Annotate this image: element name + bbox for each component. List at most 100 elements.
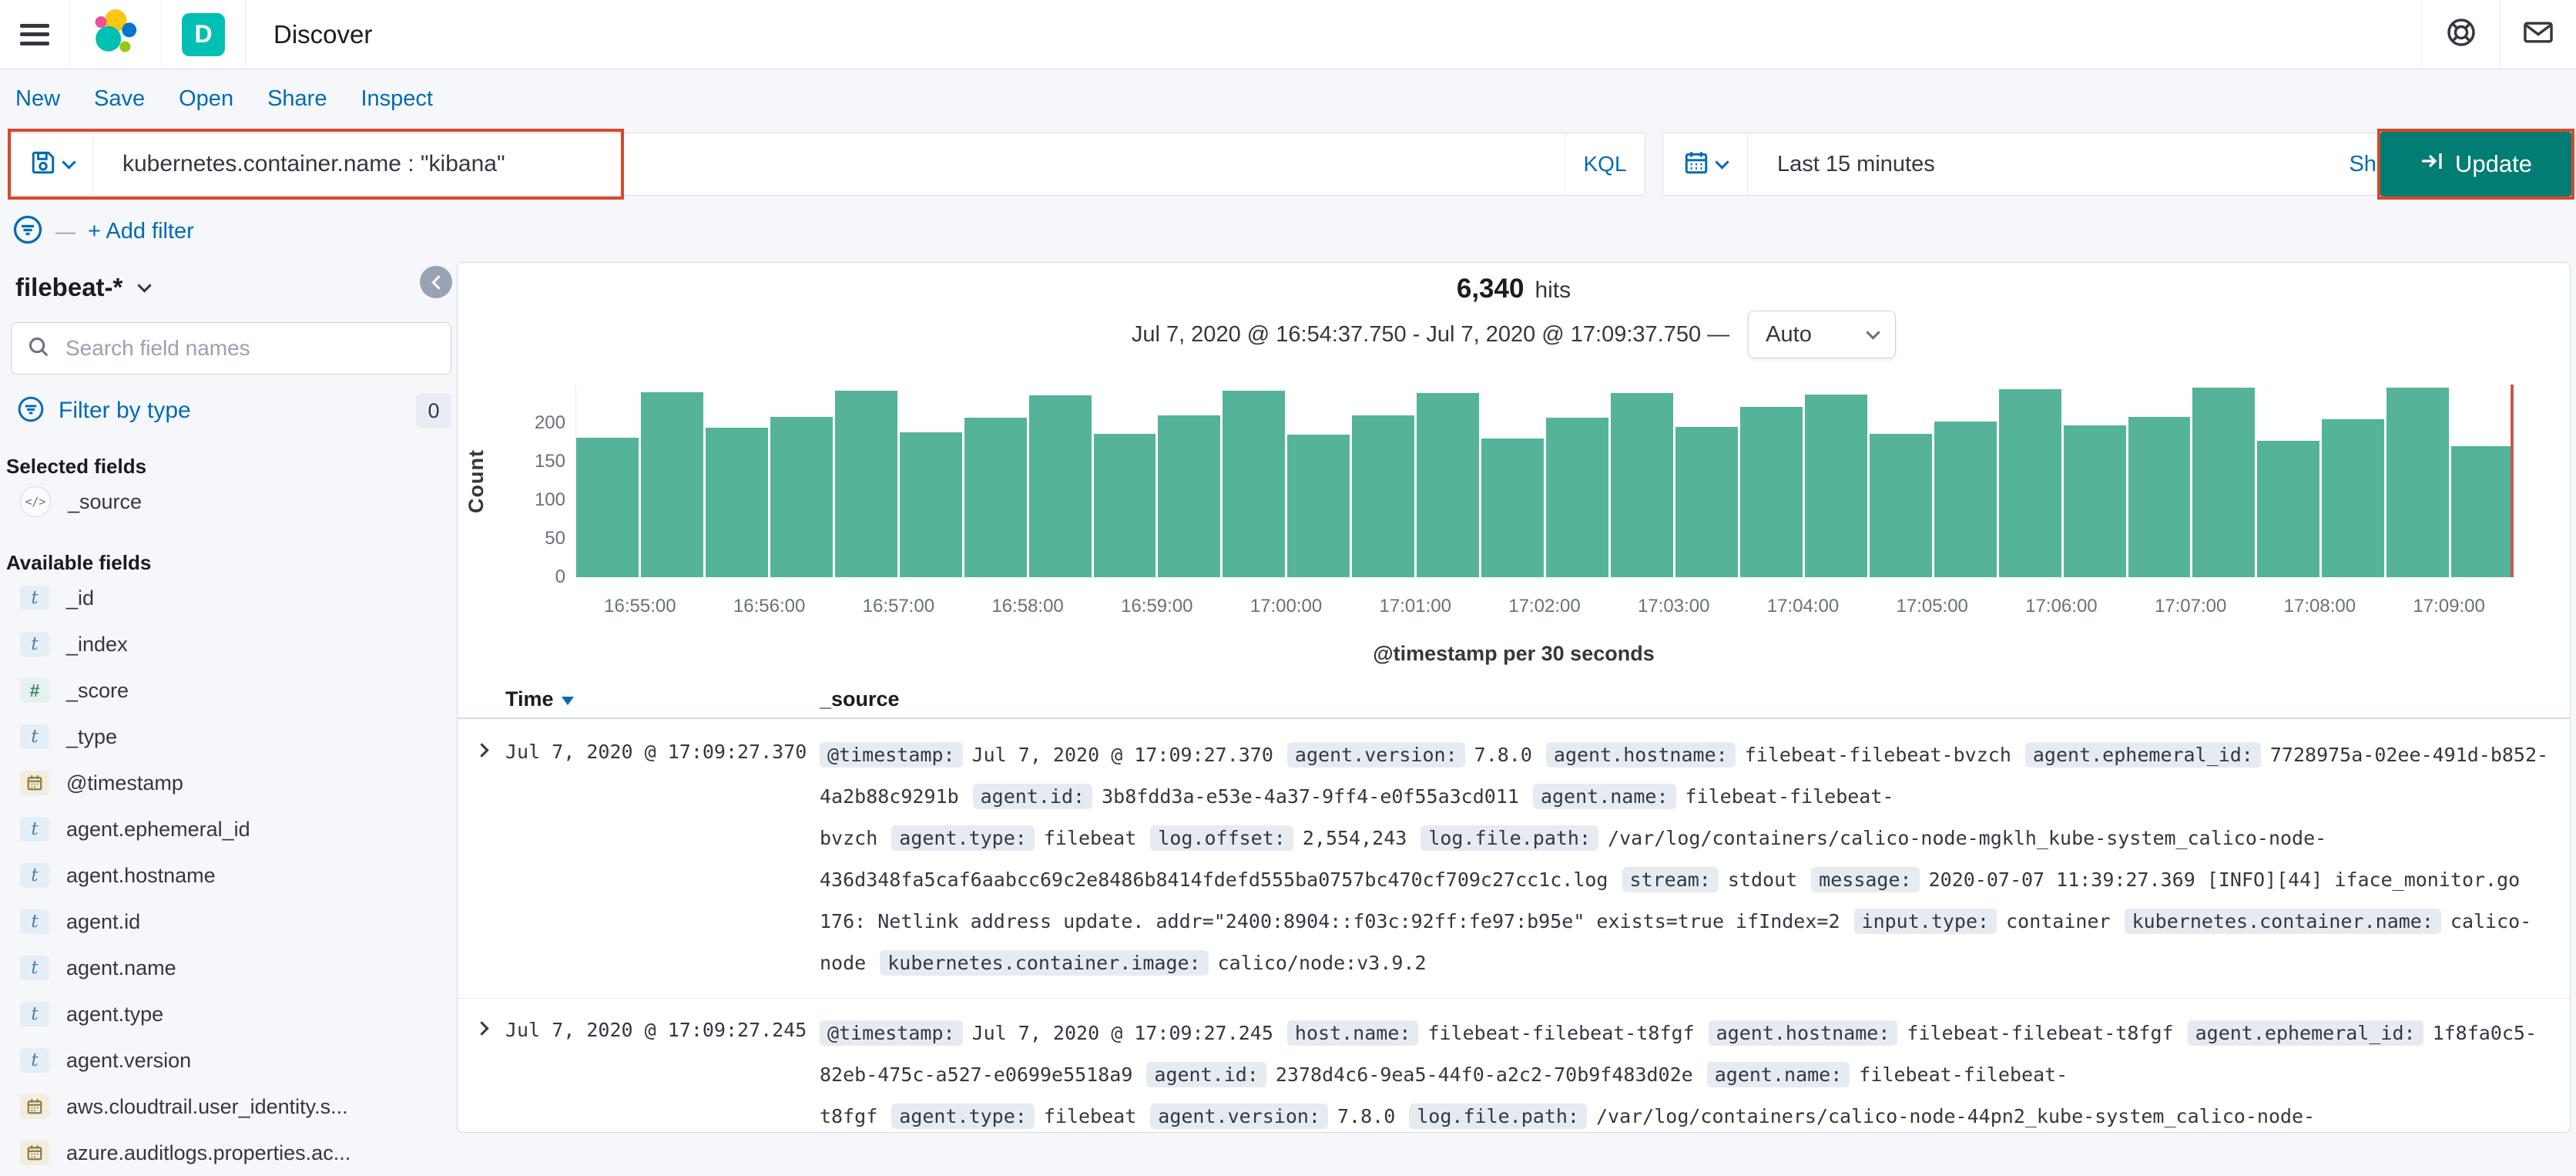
field-key-badge: agent.id: — [972, 784, 1093, 809]
histogram-bar[interactable] — [2128, 417, 2191, 577]
field-item[interactable]: t agent.version — [0, 1037, 462, 1084]
histogram-bar[interactable] — [2192, 388, 2256, 577]
histogram-bar[interactable] — [705, 428, 768, 577]
histogram-bar[interactable] — [2451, 446, 2514, 577]
histogram-bar[interactable] — [640, 392, 703, 577]
date-field-type-icon — [20, 1141, 49, 1165]
histogram-bar[interactable] — [1223, 391, 1286, 577]
histogram-bar[interactable] — [1417, 393, 1480, 577]
date-quick-select-button[interactable] — [1663, 133, 1748, 195]
nav-inspect-link[interactable]: Inspect — [361, 86, 433, 112]
x-axis-tick-label: 17:05:00 — [1896, 596, 1968, 617]
field-item[interactable]: t agent.id — [0, 899, 462, 945]
field-value: 2,554,243 — [1302, 827, 1407, 849]
interval-select[interactable]: Auto — [1748, 311, 1897, 358]
logo-section[interactable] — [70, 0, 162, 69]
saved-query-menu-button[interactable] — [12, 133, 93, 195]
field-key-badge: agent.name: — [1706, 1062, 1850, 1087]
app-section[interactable]: D — [162, 0, 246, 69]
histogram-bar[interactable] — [770, 417, 833, 577]
histogram-chart[interactable] — [575, 385, 2514, 577]
histogram-bar[interactable] — [2257, 441, 2320, 577]
hamburger-menu-icon[interactable] — [20, 23, 49, 45]
histogram-bar[interactable] — [2322, 419, 2385, 577]
field-key-badge: agent.ephemeral_id: — [2024, 742, 2261, 768]
help-button[interactable] — [2422, 0, 2499, 69]
filter-by-type-button[interactable]: Filter by type 0 — [17, 393, 451, 428]
histogram-bar[interactable] — [1804, 395, 1867, 577]
histogram-bar[interactable] — [1998, 389, 2061, 577]
search-field-names-input[interactable] — [64, 335, 435, 361]
string-field-type-icon: t — [20, 586, 49, 610]
histogram-bar[interactable] — [1093, 434, 1156, 577]
field-item[interactable]: t _id — [0, 575, 462, 621]
top-navigation-bar: D Discover — [0, 0, 2576, 69]
field-item-source[interactable]: </> _source — [0, 479, 462, 525]
histogram-bar[interactable] — [834, 391, 897, 577]
x-axis: 16:55:00 16:56:00 16:57:00 16:58:00 16:59:00… — [575, 596, 2514, 619]
time-range-value[interactable]: Last 15 minutes — [1748, 152, 1935, 177]
x-axis-tick-label: 17:03:00 — [1638, 596, 1710, 617]
field-item[interactable]: @timestamp — [0, 760, 462, 806]
histogram-bar[interactable] — [576, 438, 639, 577]
y-axis-tick-label: 200 — [534, 412, 565, 433]
x-axis-tick-label: 17:04:00 — [1766, 596, 1840, 617]
field-key-badge: log.file.path: — [1420, 825, 1599, 851]
field-item[interactable]: # _score — [0, 667, 462, 714]
field-item[interactable]: azure.auditlogs.properties.ac... — [0, 1130, 462, 1176]
query-language-button[interactable]: KQL — [1565, 133, 1645, 195]
histogram-bar[interactable] — [899, 432, 962, 577]
histogram-bar[interactable] — [2063, 425, 2126, 577]
field-item[interactable]: t agent.type — [0, 991, 462, 1037]
nav-open-link[interactable]: Open — [179, 86, 233, 112]
discover-top-nav: New Save Open Share Inspect — [15, 86, 433, 112]
x-axis-tick-label: 17:00:00 — [1249, 596, 1323, 617]
histogram-bar[interactable] — [964, 418, 1027, 577]
histogram-bar[interactable] — [2386, 388, 2450, 577]
y-axis-tick-label: 0 — [555, 566, 565, 587]
histogram-bar[interactable] — [1739, 407, 1803, 577]
expand-document-button[interactable] — [458, 734, 505, 984]
nav-share-link[interactable]: Share — [267, 86, 327, 112]
field-item[interactable]: t _index — [0, 621, 462, 667]
index-pattern-selector[interactable]: filebeat-* — [0, 262, 462, 302]
histogram-bar[interactable] — [1158, 415, 1221, 577]
filter-icon[interactable] — [12, 214, 43, 249]
mail-icon — [2522, 16, 2554, 52]
field-item[interactable]: t agent.hostname — [0, 852, 462, 899]
field-item[interactable]: t agent.name — [0, 945, 462, 991]
histogram-bar[interactable] — [1869, 434, 1932, 577]
y-axis: 0 50 100 150 200 — [498, 385, 565, 587]
histogram-bar[interactable] — [1352, 415, 1415, 577]
histogram-bar[interactable] — [1675, 427, 1738, 577]
document-table-header: Time _source — [458, 680, 2570, 719]
nav-save-link[interactable]: Save — [94, 86, 145, 112]
query-input[interactable]: kubernetes.container.name : "kibana" — [93, 133, 1565, 195]
field-value: stdout — [1727, 869, 1798, 891]
x-axis-tick-label: 17:08:00 — [2283, 596, 2356, 617]
menu-section[interactable] — [0, 0, 70, 69]
histogram-bar[interactable] — [1287, 435, 1350, 577]
histogram-bar[interactable] — [1028, 395, 1092, 577]
collapse-sidebar-button[interactable] — [420, 266, 452, 298]
field-item[interactable]: t _type — [0, 714, 462, 760]
x-axis-tick-label: 17:02:00 — [1508, 596, 1581, 617]
field-item[interactable]: aws.cloudtrail.user_identity.s... — [0, 1084, 462, 1130]
nav-new-link[interactable]: New — [15, 86, 60, 112]
time-column-header[interactable]: Time — [505, 687, 820, 711]
available-fields-heading: Available fields — [6, 551, 152, 574]
field-item[interactable]: t agent.ephemeral_id — [0, 806, 462, 852]
add-filter-button[interactable]: + Add filter — [88, 219, 194, 244]
newsfeed-button[interactable] — [2499, 0, 2576, 69]
table-row[interactable]: Jul 7, 2020 @ 17:09:27.245 @timestamp: Jul… — [458, 999, 2570, 1132]
histogram-bar[interactable] — [1546, 418, 1608, 577]
chevron-down-icon — [1866, 324, 1880, 340]
histogram-bar[interactable] — [1934, 422, 1997, 577]
update-button[interactable]: Update — [2380, 132, 2571, 197]
table-row[interactable]: Jul 7, 2020 @ 17:09:27.370 @timestamp: Jul… — [458, 721, 2570, 999]
number-field-type-icon: # — [20, 678, 49, 703]
expand-document-button[interactable] — [458, 1013, 505, 1132]
x-axis-tick-label: 16:55:00 — [604, 596, 676, 617]
histogram-bar[interactable] — [1611, 393, 1673, 577]
histogram-bar[interactable] — [1481, 438, 1545, 577]
